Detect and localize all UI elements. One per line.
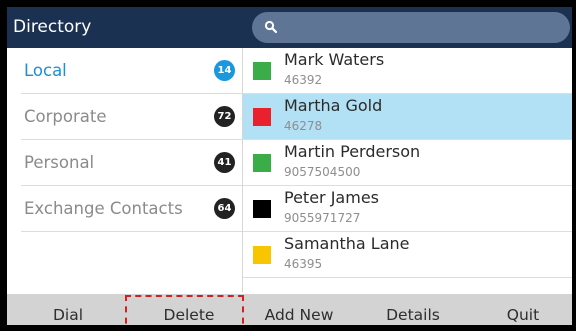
contact-row[interactable]: Samantha Lane 46395: [243, 232, 572, 278]
contact-color-swatch: [253, 246, 271, 264]
contact-name: Martin Perderson: [284, 142, 421, 161]
contact-name: Mark Waters: [284, 50, 385, 69]
softkey-bar: Dial Delete Add New Details Quit: [7, 294, 572, 325]
sidebar-item-local[interactable]: Local 14: [21, 48, 242, 94]
add-new-button[interactable]: Add New: [251, 294, 347, 325]
search-icon: [264, 20, 278, 34]
contact-color-swatch: [253, 108, 271, 126]
contact-number: 46392: [284, 73, 323, 87]
contact-number: 9057504500: [284, 165, 361, 179]
contact-name: Peter James: [284, 188, 379, 207]
sidebar-item-exchange-contacts[interactable]: Exchange Contacts 64: [21, 186, 242, 232]
contact-color-swatch: [253, 154, 271, 172]
contact-color-swatch: [253, 200, 271, 218]
title-bar: Directory: [7, 7, 572, 48]
sidebar-item-label: Personal: [24, 153, 95, 172]
quit-button[interactable]: Quit: [477, 294, 569, 325]
count-badge: 14: [214, 60, 235, 81]
page-title: Directory: [13, 17, 92, 37]
count-badge: 64: [214, 198, 235, 219]
contact-name: Martha Gold: [284, 96, 383, 115]
directory-sidebar: Local 14 Corporate 72 Personal 41 Exchan…: [7, 48, 243, 292]
contact-row[interactable]: Martha Gold 46278: [243, 94, 572, 140]
contact-list: Mark Waters 46392 Martha Gold 46278 Mart…: [243, 48, 572, 292]
search-input[interactable]: [252, 12, 570, 43]
contact-color-swatch: [253, 62, 271, 80]
sidebar-item-label: Exchange Contacts: [24, 199, 183, 218]
contact-name: Samantha Lane: [284, 234, 410, 253]
details-button[interactable]: Details: [361, 294, 465, 325]
contact-number: 46278: [284, 119, 323, 133]
delete-highlight-annotation: [125, 295, 244, 325]
sidebar-item-label: Local: [24, 61, 67, 80]
count-badge: 72: [214, 106, 235, 127]
contact-number: 9055971727: [284, 211, 361, 225]
contact-row[interactable]: Martin Perderson 9057504500: [243, 140, 572, 186]
dial-button[interactable]: Dial: [21, 294, 115, 325]
contact-row[interactable]: Mark Waters 46392: [243, 48, 572, 94]
contact-row[interactable]: Peter James 9055971727: [243, 186, 572, 232]
count-badge: 41: [214, 152, 235, 173]
contact-number: 46395: [284, 257, 323, 271]
phone-screen: Directory Local 14 Corporate 72 Personal…: [0, 0, 576, 331]
sidebar-item-personal[interactable]: Personal 41: [21, 140, 242, 186]
sidebar-item-corporate[interactable]: Corporate 72: [21, 94, 242, 140]
sidebar-item-label: Corporate: [24, 107, 107, 126]
